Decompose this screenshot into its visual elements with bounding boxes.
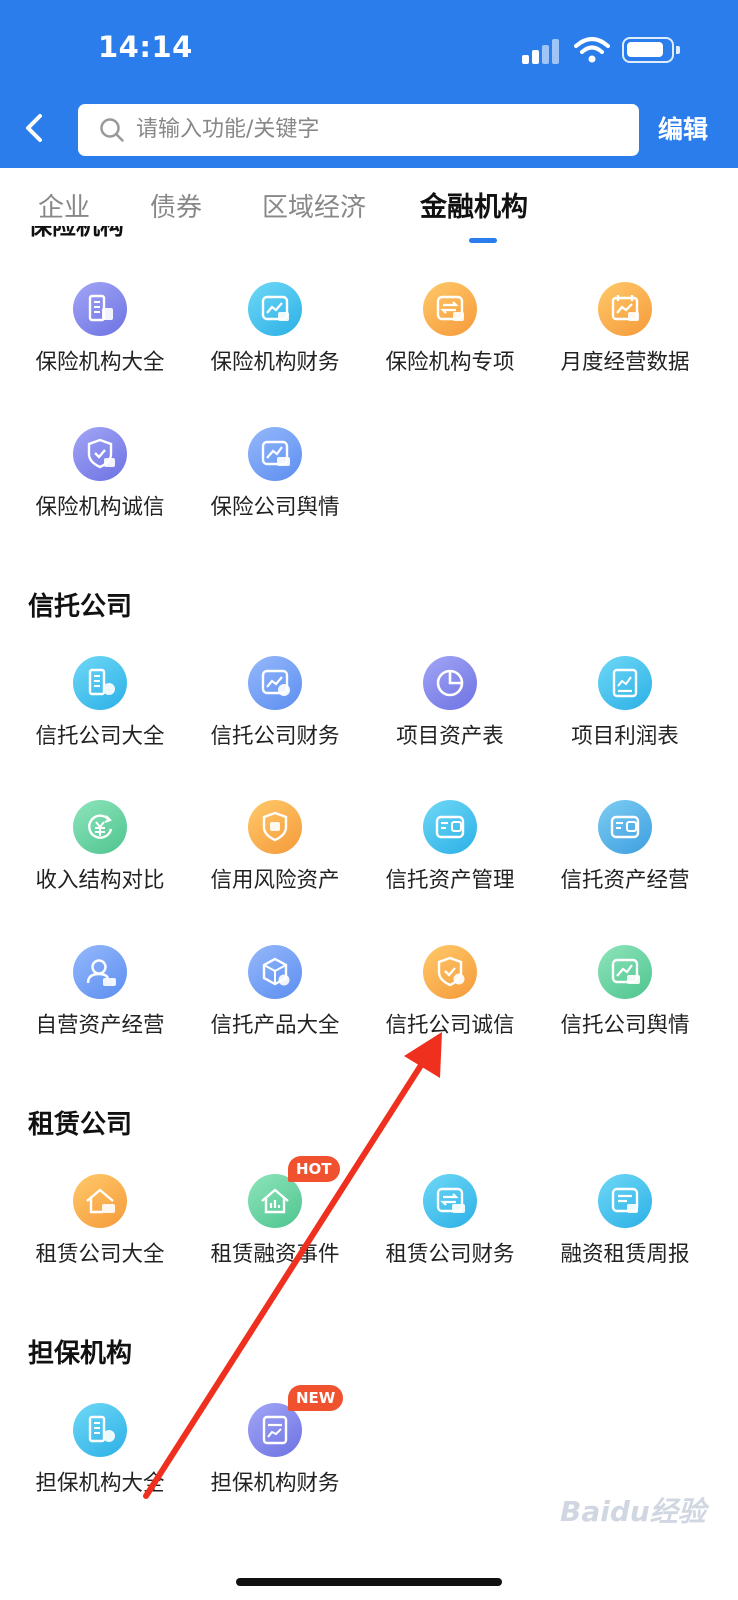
calendar-chart-insurance-icon	[598, 282, 652, 336]
search-placeholder: 请输入功能/关键字	[136, 117, 320, 142]
grid-item-project-balance-sheet[interactable]: 项目资产表	[361, 656, 539, 786]
grid-item-label: 项目利润表	[571, 724, 679, 749]
chart-trust-icon	[248, 656, 302, 710]
grid-item-label: 信用风险资产	[210, 868, 340, 893]
grid-item-trust-asset-operation[interactable]: 信托资产经营	[536, 800, 714, 930]
search-input[interactable]: 请输入功能/关键字	[78, 104, 639, 156]
tab-regional-economy[interactable]: 区域经济	[262, 188, 366, 228]
grid-item-label: 租赁公司大全	[35, 1242, 165, 1267]
grid-item-label: 自营资产经营	[35, 1013, 165, 1038]
grid-item-leasing-directory[interactable]: 租赁公司大全	[11, 1174, 189, 1304]
grid-item-label: 保险公司舆情	[210, 495, 340, 520]
report-icon	[598, 656, 652, 710]
grid-item-label: 信托公司舆情	[560, 1013, 690, 1038]
grid-item-leasing-financing-events[interactable]: HOT 租赁融资事件	[186, 1156, 364, 1304]
grid-item-label: 信托公司诚信	[385, 1013, 515, 1038]
hot-badge: HOT	[288, 1156, 340, 1182]
grid-item-label: 融资租赁周报	[560, 1242, 690, 1267]
section-title-leasing: 租赁公司	[28, 1110, 133, 1140]
grid-item-label: 收入结构对比	[35, 868, 165, 893]
section-title-guarantee: 担保机构	[28, 1339, 133, 1369]
grid-item-insurance-integrity[interactable]: 保险机构诚信	[11, 427, 189, 557]
trend-trust-icon	[598, 945, 652, 999]
grid-item-label: 担保机构大全	[35, 1471, 165, 1496]
shield-insurance-icon	[73, 427, 127, 481]
chart-insurance-icon	[248, 282, 302, 336]
grid-item-leasing-finance[interactable]: 租赁公司财务	[361, 1174, 539, 1304]
pie-chart-icon	[423, 656, 477, 710]
home-indicator	[236, 1578, 502, 1586]
watermark: Baidu经验	[560, 1495, 706, 1528]
wallet-icon	[598, 800, 652, 854]
grid-item-label: 保险机构诚信	[35, 495, 165, 520]
shield-trust-icon	[423, 945, 477, 999]
grid-item-project-income-statement[interactable]: 项目利润表	[536, 656, 714, 786]
battery-icon	[622, 37, 680, 63]
grid-item-insurance-directory[interactable]: 保险机构大全	[11, 282, 189, 412]
yuan-cycle-icon	[73, 800, 127, 854]
active-tab-indicator	[469, 238, 497, 243]
section-title-trust: 信托公司	[28, 592, 133, 622]
grid-item-label: 信托资产经营	[560, 868, 690, 893]
grid-item-guarantee-directory[interactable]: 担保机构大全	[11, 1403, 189, 1533]
grid-item-label: 担保机构财务	[210, 1471, 340, 1496]
grid-item-label: 项目资产表	[396, 724, 504, 749]
grid-item-label: 保险机构大全	[35, 350, 165, 375]
grid-item-insurance-special[interactable]: 保险机构专项	[361, 282, 539, 412]
building-trust-icon	[73, 656, 127, 710]
grid-item-label: 信托公司财务	[210, 724, 340, 749]
grid-item-trust-products[interactable]: 信托产品大全	[186, 945, 364, 1075]
person-icon	[73, 945, 127, 999]
weekly-report-icon	[598, 1174, 652, 1228]
top-bar: 14:14 请输入功能/关键字 编辑	[0, 0, 738, 168]
grid-item-proprietary-asset-operation[interactable]: 自营资产经营	[11, 945, 189, 1075]
grid-item-label: 信托资产管理	[385, 868, 515, 893]
wifi-icon	[574, 37, 610, 63]
building-insurance-icon	[73, 282, 127, 336]
building-guarantee-icon	[73, 1403, 127, 1457]
grid-item-label: 保险机构专项	[385, 350, 515, 375]
tab-bonds[interactable]: 债券	[150, 188, 202, 228]
grid-item-trust-finance[interactable]: 信托公司财务	[186, 656, 364, 786]
grid-item-income-structure-comparison[interactable]: 收入结构对比	[11, 800, 189, 930]
grid-item-label: 月度经营数据	[560, 350, 690, 375]
status-time: 14:14	[98, 30, 193, 64]
grid-item-trust-directory[interactable]: 信托公司大全	[11, 656, 189, 786]
shield-credit-icon	[248, 800, 302, 854]
trend-insurance-icon	[248, 427, 302, 481]
grid-item-financial-leasing-weekly[interactable]: 融资租赁周报	[536, 1174, 714, 1304]
cube-icon	[248, 945, 302, 999]
back-arrow-icon[interactable]	[18, 110, 54, 146]
grid-item-trust-integrity[interactable]: 信托公司诚信	[361, 945, 539, 1075]
transfer-insurance-icon	[423, 282, 477, 336]
grid-item-label: 租赁融资事件	[210, 1242, 340, 1267]
section-title-insurance: 保险机构	[28, 226, 124, 240]
grid-item-guarantee-finance[interactable]: NEW 担保机构财务	[186, 1385, 364, 1533]
grid-item-monthly-operating-data[interactable]: 月度经营数据	[536, 282, 714, 412]
grid-item-label: 租赁公司财务	[385, 1242, 515, 1267]
cellular-signal-icon	[522, 38, 562, 64]
new-badge: NEW	[288, 1385, 344, 1411]
grid-item-label: 信托产品大全	[210, 1013, 340, 1038]
tab-financial-institutions[interactable]: 金融机构	[420, 188, 528, 228]
search-icon	[100, 118, 124, 142]
grid-item-insurance-finance[interactable]: 保险机构财务	[186, 282, 364, 412]
tab-enterprise[interactable]: 企业	[38, 188, 90, 228]
house-lease-icon	[73, 1174, 127, 1228]
grid-item-credit-risk-assets[interactable]: 信用风险资产	[186, 800, 364, 930]
house-chart-icon	[248, 1174, 302, 1228]
grid-item-trust-asset-management[interactable]: 信托资产管理	[361, 800, 539, 930]
wallet-icon	[423, 800, 477, 854]
transfer-lease-icon	[423, 1174, 477, 1228]
grid-item-insurance-public-opinion[interactable]: 保险公司舆情	[186, 427, 364, 557]
edit-button[interactable]: 编辑	[658, 112, 708, 148]
grid-item-trust-public-opinion[interactable]: 信托公司舆情	[536, 945, 714, 1075]
chart-guarantee-icon	[248, 1403, 302, 1457]
grid-item-label: 保险机构财务	[210, 350, 340, 375]
grid-item-label: 信托公司大全	[35, 724, 165, 749]
